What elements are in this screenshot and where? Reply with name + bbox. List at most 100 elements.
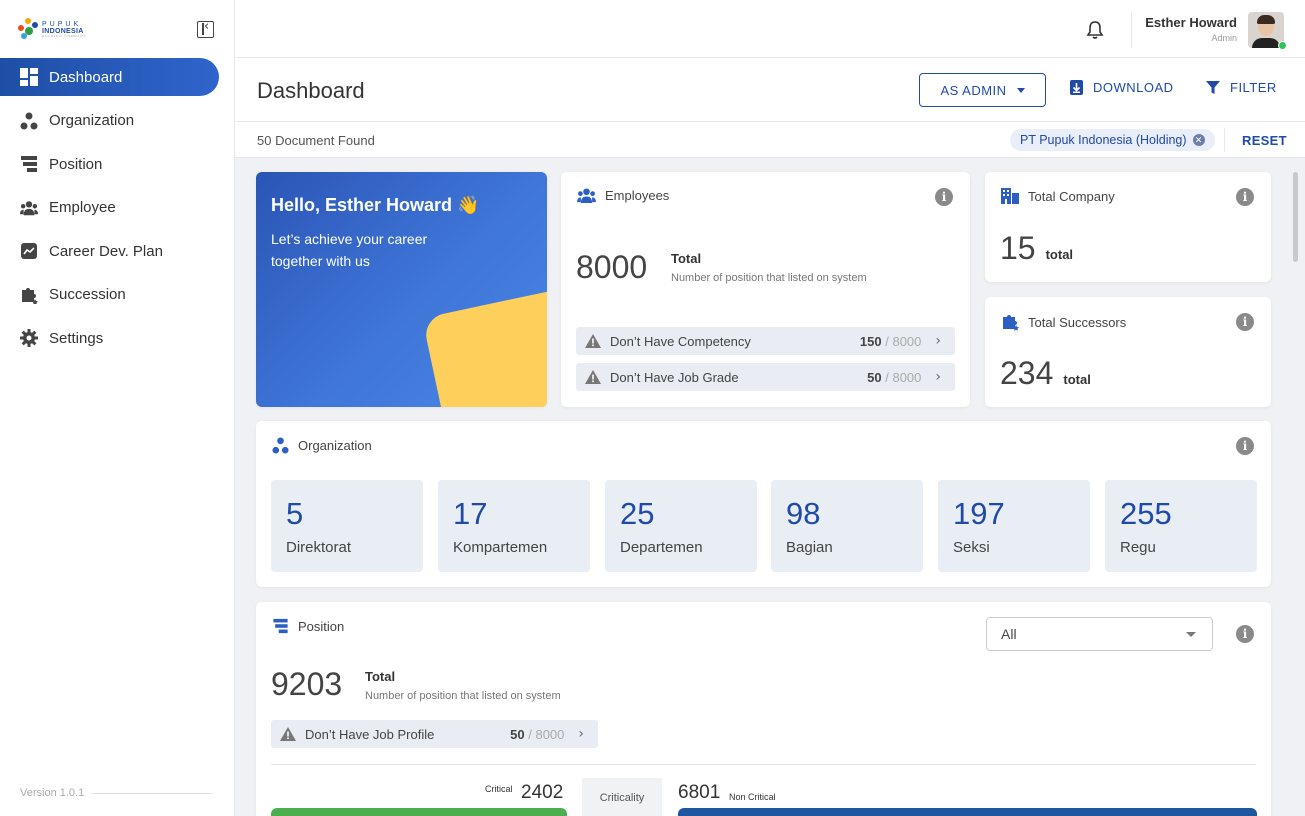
chevron-right-icon: › [935, 333, 941, 349]
welcome-title: Hello, Esther Howard 👋 [271, 195, 480, 215]
total-successors-card: Total Successors i 234 total [985, 297, 1271, 407]
download-label: DOWNLOAD [1093, 80, 1174, 95]
filter-chip[interactable]: PT Pupuk Indonesia (Holding) ✕ [1010, 129, 1215, 151]
puzzle-icon [20, 286, 38, 304]
collapse-sidebar-icon[interactable] [197, 19, 214, 38]
download-button[interactable]: DOWNLOAD [1070, 80, 1174, 95]
sidebar: PUPUK INDONESIA HOLDING COMPANY Dashboar… [0, 0, 235, 816]
puzzle-icon [1003, 315, 1019, 331]
org-stat-direktorat[interactable]: 5 Direktorat [271, 480, 423, 572]
org-stat-seksi[interactable]: 197 Seksi [938, 480, 1090, 572]
gear-icon [20, 329, 38, 347]
non-critical-label: Non Critical [729, 792, 776, 802]
document-count: 50 Document Found [257, 133, 375, 148]
company-logo[interactable]: PUPUK INDONESIA HOLDING COMPANY [18, 18, 86, 40]
warning-count: 150 / 8000 [859, 333, 922, 349]
sidebar-item-career-dev-plan[interactable]: Career Dev. Plan [0, 232, 219, 270]
filter-button[interactable]: FILTER [1206, 80, 1277, 95]
close-icon[interactable]: ✕ [1192, 134, 1205, 146]
info-icon[interactable]: i [1236, 188, 1254, 206]
filter-icon [1206, 80, 1220, 94]
select-value: All [1001, 626, 1017, 642]
sidebar-item-label: Position [49, 155, 103, 173]
position-title: Position [298, 618, 345, 634]
non-critical-bar[interactable] [678, 808, 1257, 816]
total-successors-value-group: 234 total [1000, 355, 1091, 392]
org-stat-bagian[interactable]: 98 Bagian [771, 480, 923, 572]
critical-value: 2402 [521, 782, 564, 803]
sidebar-item-settings[interactable]: Settings [0, 319, 219, 357]
sidebar-item-label: Career Dev. Plan [49, 242, 163, 260]
org-stat-value: 98 [786, 496, 821, 531]
position-icon [273, 618, 288, 634]
total-successors-unit: total [1063, 372, 1091, 387]
organization-icon [20, 112, 38, 130]
warning-row-job-grade[interactable]: Don’t Have Job Grade 50 / 8000 › [576, 363, 955, 391]
position-total-description: Number of position that listed on system [365, 690, 561, 702]
employees-total-description: Number of position that listed on system [671, 272, 867, 284]
employee-icon [20, 199, 38, 217]
info-icon[interactable]: i [1236, 437, 1254, 455]
criticality-label: Criticality [582, 778, 662, 816]
sidebar-item-label: Succession [49, 286, 126, 303]
warning-icon [280, 727, 296, 741]
dashboard-content: Hello, Esther Howard 👋 Let’s achieve you… [235, 158, 1305, 816]
info-icon[interactable]: i [1236, 313, 1254, 331]
warning-count: 50 / 8000 [510, 726, 565, 742]
warning-count: 50 / 8000 [867, 369, 922, 385]
org-stat-value: 17 [453, 496, 488, 531]
logo-mark-icon [18, 18, 38, 40]
employees-card: Employees i 8000 Total Number of positio… [561, 172, 970, 407]
org-stat-kompartemen[interactable]: 17 Kompartemen [438, 480, 590, 572]
warning-row-job-profile[interactable]: Don’t Have Job Profile 50 / 8000 › [271, 720, 598, 748]
position-filter-select[interactable]: All [986, 617, 1213, 651]
sidebar-item-organization[interactable]: Organization [0, 102, 219, 140]
org-stat-label: Seksi [953, 539, 990, 556]
org-stat-value: 5 [286, 496, 304, 531]
filter-divider [1224, 128, 1225, 152]
org-stat-departemen[interactable]: 25 Departemen [605, 480, 757, 572]
sidebar-item-dashboard[interactable]: Dashboard [0, 58, 219, 96]
logo-text-3: HOLDING COMPANY [42, 33, 87, 38]
info-icon[interactable]: i [1236, 625, 1254, 643]
top-bar: Esther Howard Admin [235, 0, 1305, 58]
sidebar-item-succession[interactable]: Succession [0, 276, 219, 314]
chevron-down-icon [1016, 87, 1025, 93]
organization-card: Organization i 5 Direktorat 17 Kompartem… [256, 421, 1271, 587]
employees-total-label: Total [671, 251, 702, 266]
sidebar-item-employee[interactable]: Employee [0, 189, 219, 227]
employees-icon [577, 188, 596, 203]
version-label: Version 1.0.1 [20, 787, 213, 799]
critical-bar[interactable] [271, 808, 567, 816]
page-header: Dashboard AS ADMIN DOWNLOAD FILTER [235, 58, 1305, 122]
critical-label: Critical [485, 784, 513, 794]
position-icon [20, 155, 38, 173]
org-stat-regu[interactable]: 255 Regu [1105, 480, 1257, 572]
organization-title: Organization [298, 438, 372, 453]
welcome-subtitle: Let’s achieve your career together with … [271, 231, 428, 269]
info-icon[interactable]: i [935, 188, 953, 206]
org-stat-label: Kompartemen [453, 539, 548, 556]
as-admin-button[interactable]: AS ADMIN [919, 73, 1046, 107]
user-role: Admin [1211, 33, 1237, 43]
user-name[interactable]: Esther Howard [1145, 15, 1237, 30]
total-company-value: 15 [1000, 230, 1036, 266]
career-icon [20, 242, 38, 260]
scrollbar[interactable] [1293, 172, 1298, 262]
org-stat-value: 255 [1120, 496, 1172, 531]
chevron-down-icon [1186, 632, 1196, 637]
as-admin-label: AS ADMIN [940, 82, 1007, 98]
filter-label: FILTER [1230, 80, 1277, 95]
reset-button[interactable]: RESET [1242, 133, 1287, 148]
bell-icon[interactable] [1086, 20, 1104, 40]
position-total-label: Total [365, 669, 396, 684]
sidebar-item-label: Settings [49, 329, 104, 347]
sidebar-item-position[interactable]: Position [0, 145, 219, 183]
organization-card-title: Organization [272, 437, 372, 454]
warning-label: Don’t Have Job Profile [305, 726, 435, 742]
section-divider [271, 764, 1256, 765]
organization-icon [272, 437, 289, 454]
logo-row: PUPUK INDONESIA HOLDING COMPANY [0, 0, 234, 58]
warning-row-competency[interactable]: Don’t Have Competency 150 / 8000 › [576, 327, 955, 355]
org-stat-label: Regu [1120, 539, 1156, 556]
